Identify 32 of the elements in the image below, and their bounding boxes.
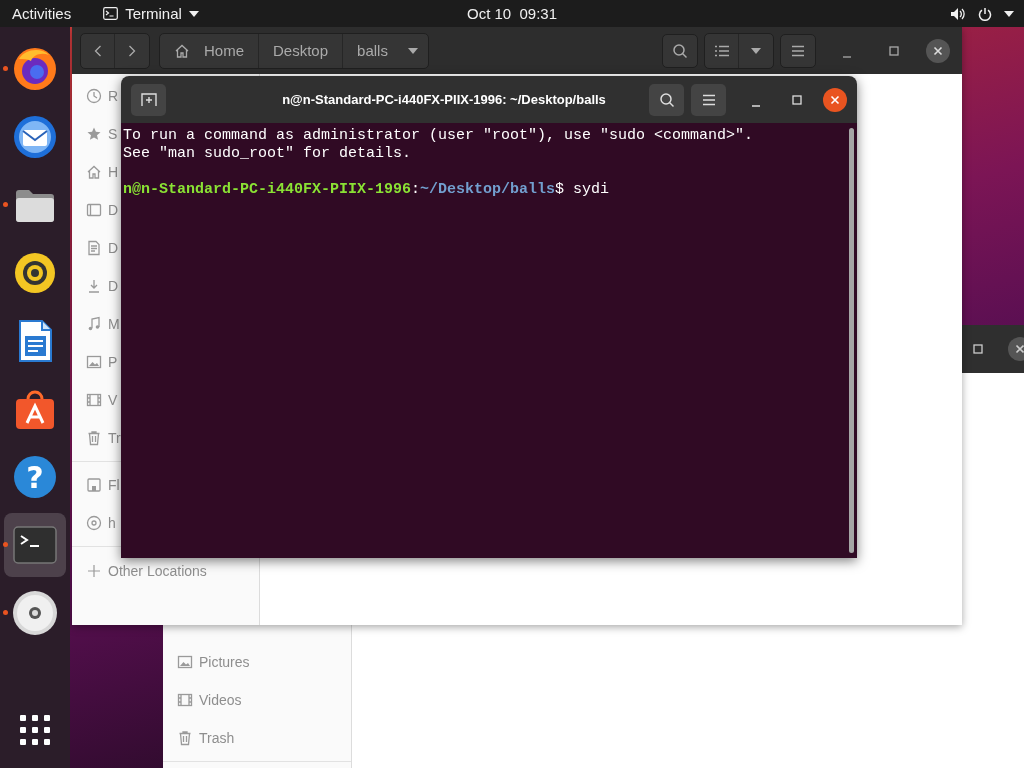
sidebar-item[interactable]: Fl	[108, 477, 120, 493]
path-button[interactable]: balls	[343, 33, 428, 68]
prompt-user: n@n-Standard-PC-i440FX-PIIX-1996	[123, 181, 412, 198]
sidebar-item[interactable]: Tr	[108, 430, 121, 446]
sidebar-item[interactable]: D	[108, 240, 119, 256]
dock-button[interactable]: ?	[4, 445, 66, 509]
sidebar-item[interactable]: Videos	[199, 692, 242, 708]
terminal-output: To run a command as administrator (user "root"), use "sudo <command>".	[123, 127, 755, 145]
other-locations-item[interactable]: Other Locations	[108, 563, 207, 579]
prompt-symbol: $	[555, 181, 565, 198]
command-text: sydi	[572, 181, 610, 198]
sidebar-item[interactable]: h	[108, 515, 116, 531]
sidebar-item[interactable]: H	[108, 164, 119, 180]
sidebar-item[interactable]: Pictures	[199, 654, 250, 670]
sidebar-item[interactable]: S	[108, 126, 118, 142]
path-button[interactable]: Home	[160, 33, 259, 68]
activities-button[interactable]: Activities	[12, 5, 72, 22]
window-title: n@n-Standard-PC-i440FX-PIIX-1996: ~/Desktop/balls	[282, 92, 606, 107]
sidebar-item[interactable]: D	[108, 202, 119, 218]
prompt-separator: :	[411, 181, 421, 198]
sidebar-item[interactable]: Trash	[199, 730, 235, 746]
sidebar-item[interactable]: M	[108, 316, 120, 332]
sidebar-item[interactable]: V	[108, 392, 118, 408]
terminal-output: See "man sudo_root" for details.	[123, 145, 413, 163]
clock[interactable]: Oct 10 09:31	[466, 5, 558, 22]
sidebar-item[interactable]: D	[108, 278, 119, 294]
app-menu[interactable]: Terminal	[103, 5, 199, 22]
help-icon: ?	[11, 453, 59, 501]
path-button[interactable]: Desktop	[259, 33, 344, 68]
prompt-path: ~/Desktop/balls	[420, 181, 556, 198]
sidebar-item[interactable]: P	[108, 354, 118, 370]
sidebar-item[interactable]: R	[108, 88, 119, 104]
